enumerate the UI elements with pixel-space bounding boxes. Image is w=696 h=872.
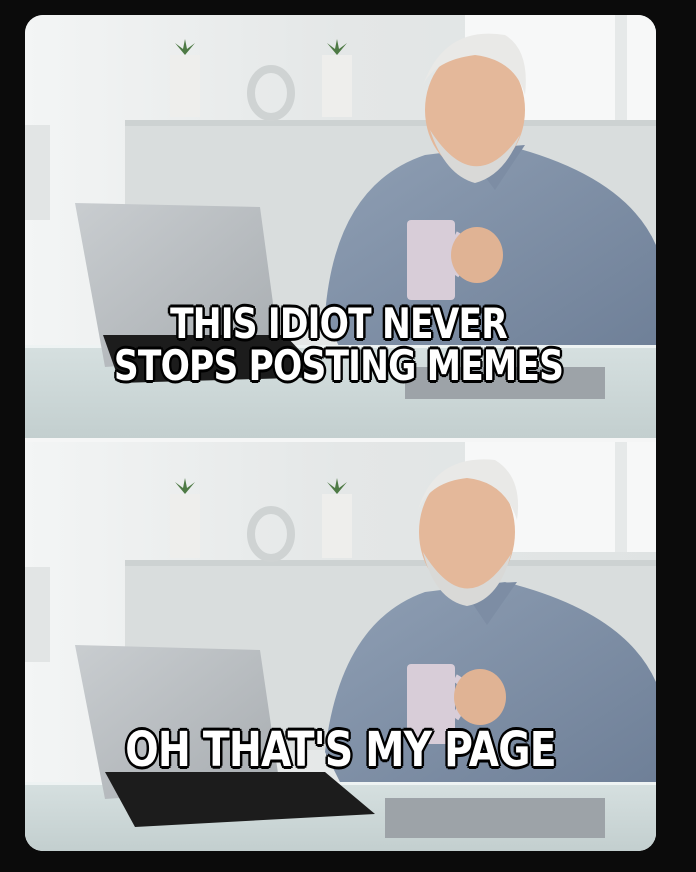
meme-caption-bottom: OH THAT'S MY PAGE [125, 722, 556, 778]
office-scene-illustration [25, 442, 656, 851]
meme-panel-top: THIS IDIOT NEVER STOPS POSTING MEMES [25, 15, 656, 438]
meme-panel-bottom: OH THAT'S MY PAGE [25, 442, 656, 851]
meme-image: THIS IDIOT NEVER STOPS POSTING MEMES OH … [25, 15, 656, 851]
meme-caption-top-line-1: THIS IDIOT NEVER [170, 299, 508, 348]
meme-caption-top: THIS IDIOT NEVER STOPS POSTING MEMES [80, 303, 597, 387]
meme-caption-top-line-2: STOPS POSTING MEMES [113, 341, 564, 390]
